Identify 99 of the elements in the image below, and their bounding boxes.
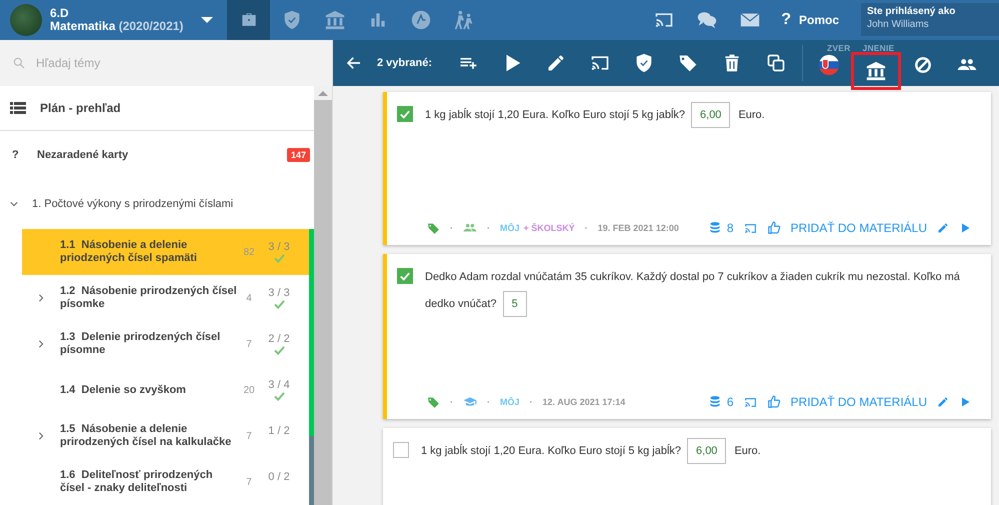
- topic-title: 1.3 Delenie prirodzených čísel písomne: [60, 331, 222, 357]
- card-count: 4: [245, 292, 253, 304]
- list-icon: [10, 102, 26, 114]
- topic-item[interactable]: 1.1 Násobenie a delenie priodzených čísel spamäti 82 3 / 3: [22, 229, 314, 275]
- question-mark-icon: ?: [12, 148, 37, 160]
- highlighted-button[interactable]: [851, 52, 902, 90]
- cast-icon[interactable]: [744, 222, 757, 234]
- topic-title: 1.2 Násobenie prirodzených čísel písomke: [60, 285, 238, 311]
- edit-icon[interactable]: [546, 53, 566, 73]
- progress-text: 0 / 2: [268, 471, 290, 483]
- thumbs-up-icon[interactable]: [766, 221, 781, 235]
- progress-text: 3 / 4: [268, 379, 290, 391]
- separator-dot: ·: [530, 397, 533, 407]
- progress-text: 3 / 3: [268, 241, 290, 253]
- chevron-icon[interactable]: [37, 340, 45, 348]
- topic-item[interactable]: 1.4 Delenie so zvyškom 20 3 / 4: [22, 367, 314, 413]
- help-icon: ?: [781, 11, 791, 29]
- walking-people-icon: [452, 9, 475, 31]
- chat-icon[interactable]: [696, 9, 718, 31]
- progress-text: 2 / 2: [268, 333, 290, 345]
- bank-icon[interactable]: [865, 60, 888, 82]
- topic-item[interactable]: 1.5 Násobenie a delenie prirodzených čísel na kalkulačke 7 1 / 2: [22, 413, 314, 459]
- card-count: 82: [242, 246, 256, 258]
- separator-dot: ·: [584, 223, 588, 233]
- answer-field: 6,00: [687, 438, 726, 464]
- chevron-icon[interactable]: [10, 200, 18, 208]
- thumbs-up-icon[interactable]: [766, 395, 781, 409]
- cast-icon[interactable]: [744, 396, 757, 408]
- tag-icon[interactable]: [678, 53, 698, 73]
- usage-count: 8: [726, 221, 734, 235]
- scroll-up-icon[interactable]: [318, 90, 328, 96]
- question-text: 1 kg jabĺk stojí 1,20 Eura. Koľko Euro stojí 5 kg jabĺk? 6,00 Euro.: [425, 102, 765, 129]
- question-text: 1 kg jabĺk stojí 1,20 Eura. Koľko Euro stojí 5 kg jabĺk? 6,00 Euro.: [421, 438, 761, 465]
- topic-item[interactable]: 1.3 Delenie prirodzených čísel písomne 7 2 / 2: [22, 321, 314, 367]
- flag-icon[interactable]: [818, 54, 840, 76]
- topic-group-title[interactable]: 1. Počtové výkony s prirodzenými číslami: [32, 198, 234, 210]
- progress-text: 1 / 2: [268, 425, 290, 437]
- edit-icon[interactable]: [937, 396, 949, 408]
- card-count: 20: [242, 384, 256, 396]
- progress-text: 3 / 3: [268, 287, 290, 299]
- separator-dot: ·: [487, 397, 490, 407]
- user-caption: Ste prihlásený ako: [867, 5, 956, 18]
- search-field[interactable]: Hľadaj témy: [0, 40, 332, 86]
- publish-label: JNENIE: [862, 43, 894, 53]
- answer-field: 5: [502, 291, 527, 318]
- topic-title: 1.1 Násobenie a delenie priodzených čísel spamäti: [60, 239, 198, 265]
- checkbox[interactable]: [393, 442, 409, 458]
- separator-dot: ·: [450, 397, 453, 407]
- nav-tab[interactable]: [227, 0, 270, 40]
- source-label: MÔJ: [500, 397, 520, 407]
- chevron-icon[interactable]: [37, 432, 45, 440]
- user-name: John Williams: [867, 18, 930, 31]
- card-count: 7: [245, 338, 253, 350]
- checkmark-icon: [400, 110, 410, 118]
- count-badge: 147: [286, 148, 310, 162]
- play-icon[interactable]: [959, 396, 971, 408]
- separator-dot: ·: [450, 223, 453, 233]
- topic-title: 1.6 Deliteľnosť prirodzených čísel - znaky deliteľnosti: [60, 469, 214, 495]
- card-count: 7: [245, 430, 253, 442]
- edit-icon[interactable]: [937, 222, 949, 234]
- block-icon[interactable]: [913, 55, 934, 75]
- usage-count: 6: [726, 395, 734, 409]
- checkbox[interactable]: [397, 268, 413, 284]
- card-count: 7: [245, 476, 253, 488]
- date-text: 12. AUG 2021 17:14: [542, 397, 626, 407]
- help-link[interactable]: ? Pomoc: [781, 0, 839, 40]
- unassigned-label: Nezaradené karty: [37, 148, 128, 160]
- copy-icon[interactable]: [766, 53, 786, 73]
- source-label: MÔJ: [500, 223, 520, 233]
- class-name: 6.D: [50, 7, 70, 20]
- database-icon: [708, 395, 722, 409]
- subject-title: Matematika (2020/2021): [50, 20, 184, 33]
- class-avatar: [10, 4, 42, 36]
- selection-count: 2 vybrané:: [377, 57, 432, 69]
- topic-item[interactable]: 1.6 Deliteľnosť prirodzených čísel - znaky deliteľnosti 7 0 / 2: [22, 459, 314, 505]
- question-text: Dedko Adam rozdal vnúčatám 35 cukríkov. Každý dostal po 7 cukríkov a žiaden cukrík mu nezostal. Koľko má dedko vnúčat? 5: [425, 264, 971, 318]
- user-menu[interactable]: Ste prihlásený ako John Williams: [861, 3, 999, 36]
- dropdown-caret-icon[interactable]: [201, 17, 214, 23]
- chevron-icon[interactable]: [37, 294, 45, 302]
- checkbox[interactable]: [397, 106, 413, 122]
- checkmark-icon: [400, 272, 410, 280]
- unassigned-item[interactable]: ? Nezaradené karty 147: [0, 131, 314, 178]
- unit-text: Euro.: [734, 445, 761, 457]
- bank-icon: [324, 9, 346, 31]
- topic-title: 1.5 Násobenie a delenie prirodzených čísel na kalkulačke: [60, 423, 232, 449]
- topic-item[interactable]: 1.2 Násobenie prirodzených čísel písomke 4 3 / 3: [22, 275, 314, 321]
- answer-field: 6,00: [691, 102, 730, 128]
- topic-title: 1.4 Delenie so zvyškom: [60, 384, 187, 396]
- database-icon: [708, 221, 722, 235]
- source-label: + ŠKOLSKÝ: [524, 223, 575, 233]
- badge-icon: [410, 9, 432, 31]
- graduation-cap-icon: [463, 395, 477, 409]
- unit-text: Euro.: [738, 109, 765, 121]
- publish-label: ZVER: [827, 43, 851, 53]
- overview-item[interactable]: Plán - prehľad: [0, 86, 314, 131]
- scrollbar[interactable]: [314, 86, 332, 505]
- separator-dot: ·: [487, 223, 490, 233]
- date-text: 19. FEB 2021 12:00: [598, 223, 679, 233]
- play-icon[interactable]: [959, 222, 971, 234]
